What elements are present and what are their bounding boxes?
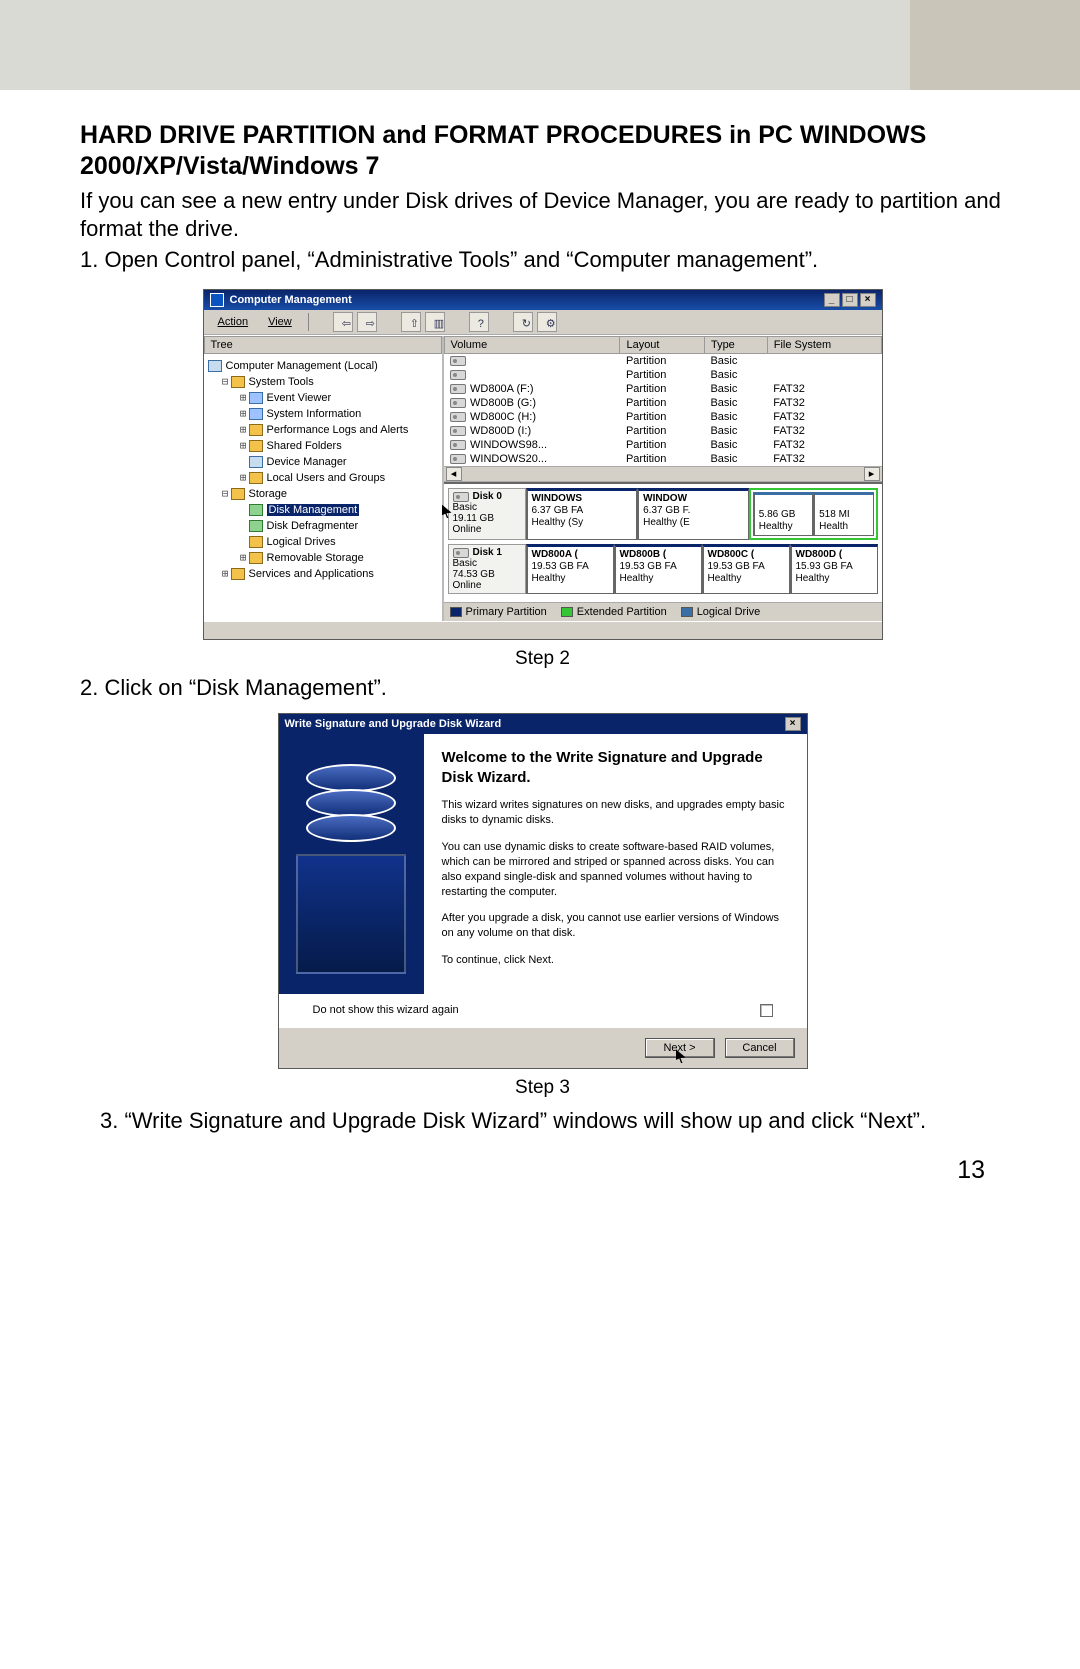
volume-icon <box>450 384 466 394</box>
volume-table[interactable]: Volume Layout Type File System Partition… <box>444 336 882 466</box>
disk-row[interactable]: Disk 1Basic74.53 GBOnlineWD800A (19.53 G… <box>448 544 878 594</box>
intro-text: If you can see a new entry under Disk dr… <box>80 187 1005 244</box>
wizard-title: Write Signature and Upgrade Disk Wizard <box>285 718 502 730</box>
wizard-titlebar[interactable]: Write Signature and Upgrade Disk Wizard … <box>279 714 807 734</box>
partition[interactable]: 518 MIHealth <box>813 492 873 536</box>
tree-disk-management[interactable]: Disk Management <box>267 504 360 516</box>
tree-item[interactable]: Event Viewer <box>267 392 332 404</box>
menu-action[interactable]: Action <box>210 314 257 330</box>
properties-icon[interactable]: ? <box>469 312 489 332</box>
partition[interactable]: WD800D (15.93 GB FAHealthy <box>790 544 878 594</box>
table-row[interactable]: WINDOWS98...PartitionBasicFAT32 <box>444 438 881 452</box>
h-scrollbar[interactable]: ◂▸ <box>444 466 882 482</box>
tree-system-tools[interactable]: System Tools <box>249 376 314 388</box>
table-row[interactable]: PartitionBasic <box>444 368 881 382</box>
wizard-p1: This wizard writes signatures on new dis… <box>442 798 789 828</box>
partition[interactable]: WINDOWS6.37 GB FAHealthy (Sy <box>526 488 638 540</box>
dont-show-label: Do not show this wizard again <box>313 1004 459 1016</box>
table-row[interactable]: WD800A (F:)PartitionBasicFAT32 <box>444 382 881 396</box>
step-3-caption: Step 3 <box>80 1077 1005 1099</box>
close-button[interactable]: × <box>785 717 801 731</box>
tree-pane: Tree Computer Management (Local) ⊟System… <box>204 336 444 621</box>
volume-icon <box>450 440 466 450</box>
dont-show-checkbox[interactable] <box>760 1004 773 1017</box>
maximize-button[interactable]: □ <box>842 293 858 307</box>
table-row[interactable]: WD800B (G:)PartitionBasicFAT32 <box>444 396 881 410</box>
legend-extended: Extended Partition <box>577 606 667 618</box>
table-row[interactable]: PartitionBasic <box>444 354 881 369</box>
minimize-button[interactable]: _ <box>824 293 840 307</box>
show-hide-tree-icon[interactable]: ▥ <box>425 312 445 332</box>
col-layout[interactable]: Layout <box>620 337 705 354</box>
tree-root[interactable]: Computer Management (Local) <box>226 360 378 372</box>
tree[interactable]: Computer Management (Local) ⊟System Tool… <box>204 354 442 590</box>
partition[interactable]: WD800B (19.53 GB FAHealthy <box>614 544 702 594</box>
back-button-icon[interactable]: ⇦ <box>333 312 353 332</box>
up-folder-icon[interactable]: ⇧ <box>401 312 421 332</box>
page-header-bar <box>0 0 1080 90</box>
legend-primary: Primary Partition <box>466 606 547 618</box>
tree-services[interactable]: Services and Applications <box>249 568 374 580</box>
page-number: 13 <box>80 1156 1005 1185</box>
step-2-text: 2. Click on “Disk Management”. <box>80 674 1005 703</box>
disk-layout[interactable]: Disk 0Basic19.11 GBOnlineWINDOWS6.37 GB … <box>444 482 882 602</box>
status-bar <box>204 621 882 639</box>
disk-icon <box>453 492 469 502</box>
tree-header: Tree <box>204 336 442 354</box>
volume-icon <box>450 398 466 408</box>
tree-item[interactable]: Logical Drives <box>267 536 336 548</box>
partition-legend: Primary Partition Extended Partition Log… <box>444 602 882 621</box>
volume-icon <box>450 426 466 436</box>
partition[interactable]: WD800A (19.53 GB FAHealthy <box>526 544 614 594</box>
forward-button-icon[interactable]: ⇨ <box>357 312 377 332</box>
step-1-text: 1. Open Control panel, “Administrative T… <box>80 246 1005 275</box>
cancel-button[interactable]: Cancel <box>725 1038 795 1058</box>
volume-icon <box>450 370 466 380</box>
partition[interactable]: 5.86 GBHealthy <box>753 492 813 536</box>
tree-item[interactable]: System Information <box>267 408 362 420</box>
right-pane: Volume Layout Type File System Partition… <box>444 336 882 621</box>
wizard-p2: You can use dynamic disks to create soft… <box>442 840 789 899</box>
app-icon <box>210 293 224 307</box>
tree-item[interactable]: Performance Logs and Alerts <box>267 424 409 436</box>
menu-view[interactable]: View <box>260 314 300 330</box>
wizard-p3: After you upgrade a disk, you cannot use… <box>442 911 789 941</box>
settings-icon[interactable]: ⚙ <box>537 312 557 332</box>
col-volume[interactable]: Volume <box>444 337 620 354</box>
partition[interactable]: WINDOW6.37 GB F.Healthy (E <box>637 488 749 540</box>
step-3-text: 3. “Write Signature and Upgrade Disk Wiz… <box>80 1107 1005 1136</box>
wizard-sidebar-art <box>279 734 424 994</box>
close-button[interactable]: × <box>860 293 876 307</box>
tree-item[interactable]: Local Users and Groups <box>267 472 386 484</box>
col-type[interactable]: Type <box>704 337 767 354</box>
volume-icon <box>450 454 466 464</box>
disk-icon <box>453 548 469 558</box>
disk-row[interactable]: Disk 0Basic19.11 GBOnlineWINDOWS6.37 GB … <box>448 488 878 540</box>
section-heading: HARD DRIVE PARTITION and FORMAT PROCEDUR… <box>80 120 1005 183</box>
next-button[interactable]: Next > <box>645 1038 715 1058</box>
wizard-p4: To continue, click Next. <box>442 953 789 968</box>
volume-icon <box>450 356 466 366</box>
wizard-heading: Welcome to the Write Signature and Upgra… <box>442 748 789 789</box>
titlebar[interactable]: Computer Management _ □ × <box>204 290 882 310</box>
volume-icon <box>450 412 466 422</box>
tree-item[interactable]: Disk Defragmenter <box>267 520 359 532</box>
step-2-caption: Step 2 <box>80 648 1005 670</box>
table-row[interactable]: WD800C (H:)PartitionBasicFAT32 <box>444 410 881 424</box>
wizard-dialog: Write Signature and Upgrade Disk Wizard … <box>278 713 808 1069</box>
table-row[interactable]: WD800D (I:)PartitionBasicFAT32 <box>444 424 881 438</box>
refresh-icon[interactable]: ↻ <box>513 312 533 332</box>
menubar: Action View ⇦ ⇨ ⇧ ▥ ? ↻ ⚙ <box>204 310 882 335</box>
computer-management-window: Computer Management _ □ × Action View ⇦ … <box>203 289 883 640</box>
tree-item[interactable]: Removable Storage <box>267 552 364 564</box>
window-title: Computer Management <box>230 294 352 306</box>
partition[interactable]: WD800C (19.53 GB FAHealthy <box>702 544 790 594</box>
tree-item[interactable]: Device Manager <box>267 456 347 468</box>
col-fs[interactable]: File System <box>767 337 881 354</box>
tree-storage[interactable]: Storage <box>249 488 288 500</box>
legend-logical: Logical Drive <box>697 606 761 618</box>
table-row[interactable]: WINDOWS20...PartitionBasicFAT32 <box>444 452 881 466</box>
tree-item[interactable]: Shared Folders <box>267 440 342 452</box>
